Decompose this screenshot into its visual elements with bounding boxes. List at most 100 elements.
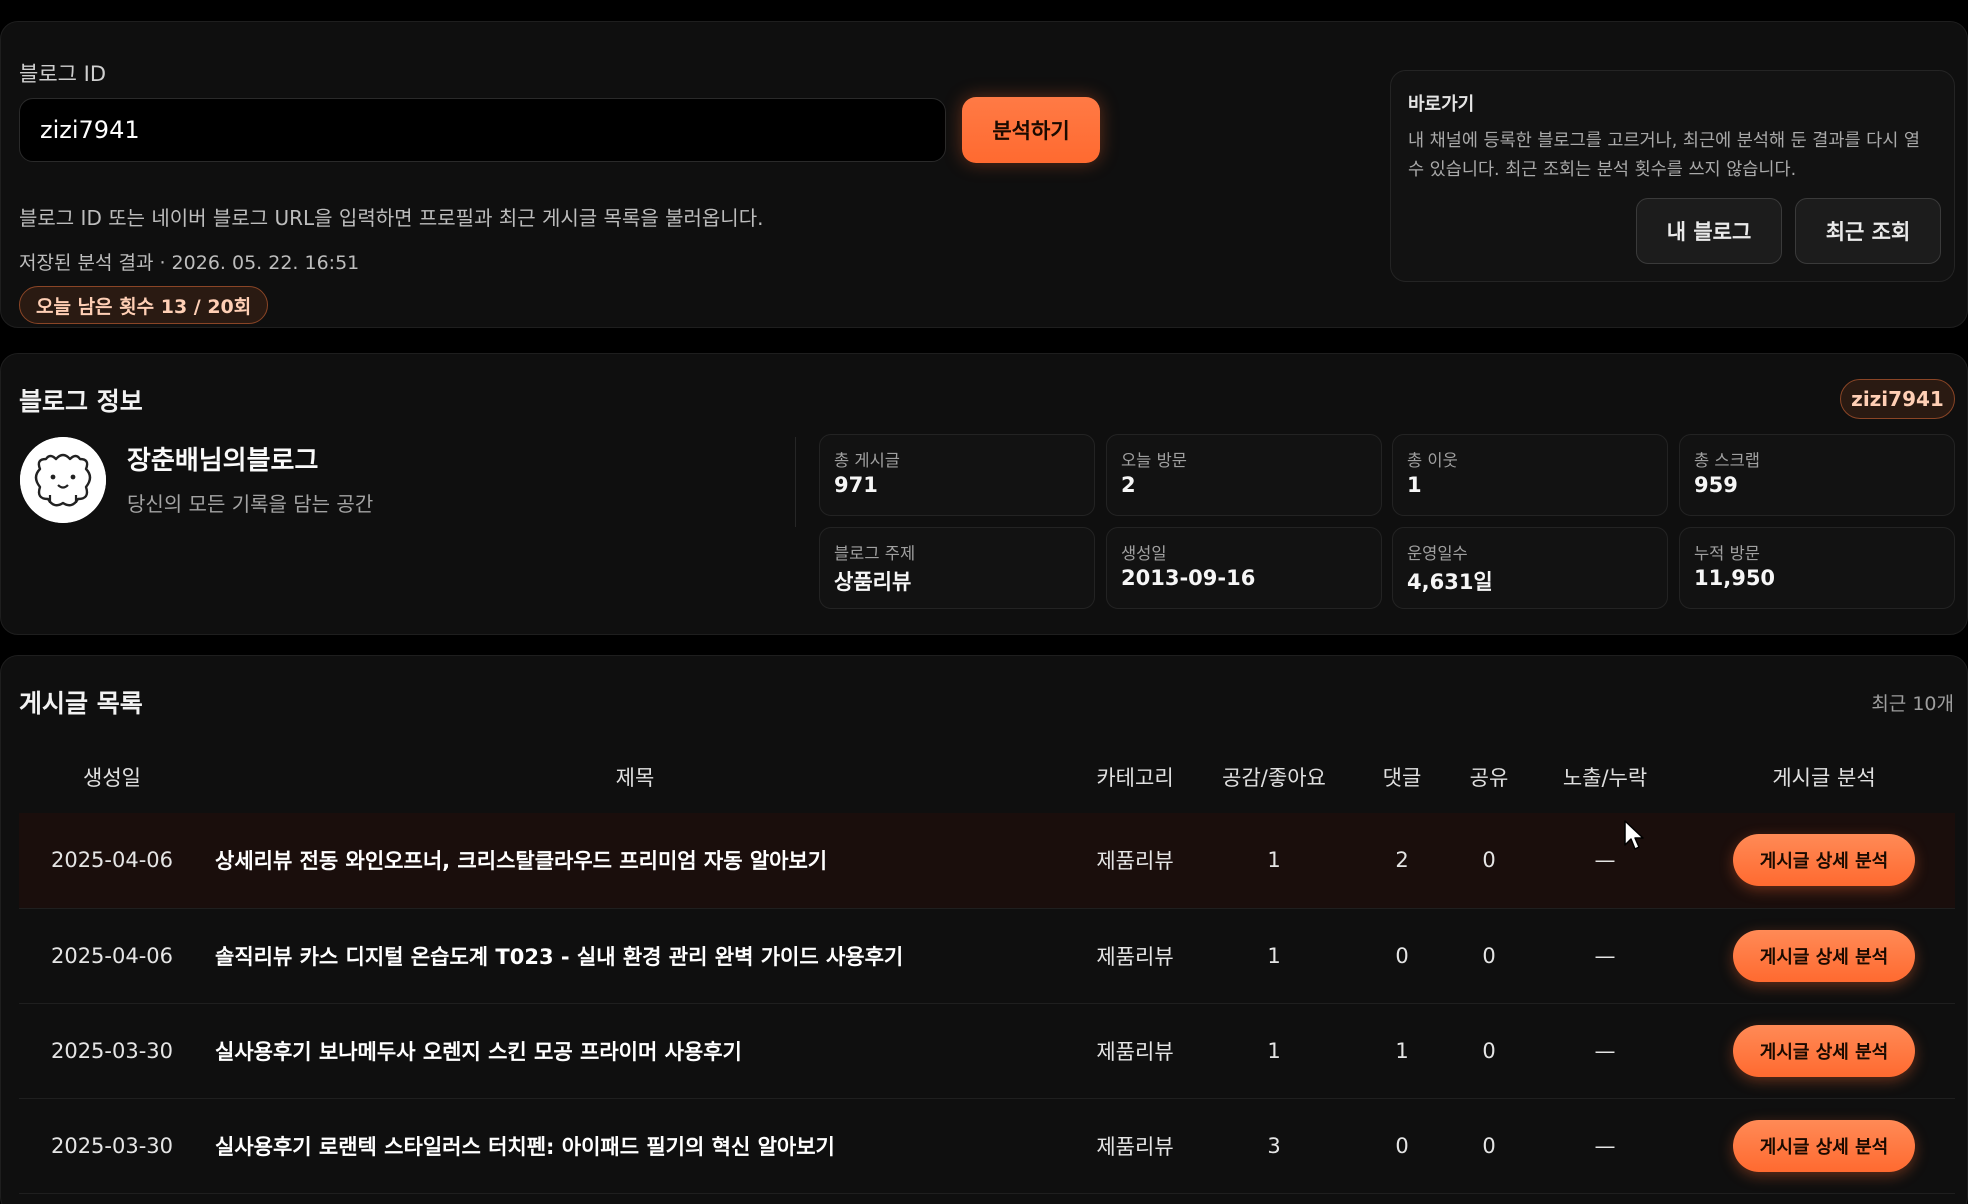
my-blog-button[interactable]: 내 블로그 [1636,198,1782,264]
post-exposure: — [1517,1098,1693,1194]
stat-label: 오늘 방문 [1121,451,1187,470]
header-analysis: 게시글 분석 [1772,765,1876,790]
stat-value: 1 [1407,473,1422,497]
post-likes: 1 [1205,1003,1343,1099]
post-comments: 1 [1343,1003,1461,1099]
post-title[interactable]: 상세리뷰 전동 와인오프너, 크리스탈클라우드 프리미엄 자동 알아보기 [205,813,1065,909]
quick-access-card: 바로가기 내 채널에 등록한 블로그를 고르거나, 최근에 분석해 둔 결과를 … [1390,70,1955,282]
stat-value: 971 [834,473,878,497]
post-title[interactable]: 실사용후기 보나메두사 오렌지 스킨 모공 프라이머 사용후기 [205,1003,1065,1099]
stat-total-scraps: 총 스크랩 959 [1679,434,1955,516]
post-shares: 0 [1461,1098,1517,1194]
stat-value: 2 [1121,473,1136,497]
blog-id-label: 블로그 ID [19,62,106,86]
stat-label: 누적 방문 [1694,544,1760,563]
stat-label: 블로그 주제 [834,544,916,563]
header-comments: 댓글 [1382,765,1422,790]
post-date: 2025-04-06 [19,908,205,1004]
stat-label: 생성일 [1121,544,1167,563]
posts-panel: 게시글 목록 최근 10개 생성일 제목 카테고리 공감/좋아요 댓글 공유 노… [0,655,1968,1204]
stat-value: 11,950 [1694,566,1776,590]
saved-result-text: 저장된 분석 결과 · 2026. 05. 22. 16:51 [19,252,360,274]
post-date: 2025-04-06 [19,813,205,909]
post-likes: 3 [1205,1098,1343,1194]
analyze-button[interactable]: 분석하기 [962,97,1100,163]
quick-access-desc: 내 채널에 등록한 블로그를 고르거나, 최근에 분석해 둔 결과를 다시 열 … [1408,131,1920,180]
input-hint: 블로그 ID 또는 네이버 블로그 URL을 입력하면 프로필과 최근 게시글 … [19,206,764,230]
table-row[interactable]: 2025-03-30 실사용후기 로랜텍 스타일러스 터치펜: 아이패드 필기의… [19,1098,1955,1194]
avatar [20,437,106,523]
table-row[interactable]: 2025-04-06 상세리뷰 전동 와인오프너, 크리스탈클라우드 프리미엄 … [19,813,1955,909]
quota-badge: 오늘 남은 횟수 13 / 20회 [19,286,269,324]
post-shares: 0 [1461,813,1517,909]
stat-label: 총 이웃 [1407,451,1458,470]
stat-created-date: 생성일 2013-09-16 [1106,527,1382,609]
header-category: 카테고리 [1096,765,1174,790]
post-category: 제품리뷰 [1065,908,1205,1004]
post-date: 2025-03-30 [19,1098,205,1194]
post-likes: 1 [1205,908,1343,1004]
stat-label: 총 스크랩 [1694,451,1760,470]
table-row[interactable]: 2025-03-30 실사용후기 보나메두사 오렌지 스킨 모공 프라이머 사용… [19,1003,1955,1099]
post-comments: 2 [1343,813,1461,909]
post-date: 2025-03-30 [19,1003,205,1099]
post-title[interactable]: 실사용후기 로랜텍 스타일러스 터치펜: 아이패드 필기의 혁신 알아보기 [205,1098,1065,1194]
blog-name: 장춘배님의블로그 [127,446,319,476]
post-detail-analysis-button[interactable]: 게시글 상세 분석 [1733,834,1915,887]
stat-value: 4,631일 [1407,570,1493,594]
stat-blog-topic: 블로그 주제 상품리뷰 [819,527,1095,609]
header-shares: 공유 [1469,765,1509,790]
post-exposure: — [1517,1003,1693,1099]
stat-cumulative-visits: 누적 방문 11,950 [1679,527,1955,609]
mouse-cursor-icon [1624,820,1644,850]
table-header-row: 생성일 제목 카테고리 공감/좋아요 댓글 공유 노출/누락 게시글 분석 [19,740,1955,813]
app-root: 블로그 ID 분석하기 블로그 ID 또는 네이버 블로그 URL을 입력하면 … [0,0,1968,1204]
stat-label: 운영일수 [1407,544,1468,563]
stat-grid: 총 게시글 971 오늘 방문 2 총 이웃 1 총 스크랩 959 블로그 주… [819,434,1955,610]
header-likes: 공감/좋아요 [1222,765,1326,790]
post-title[interactable]: 솔직리뷰 카스 디지털 온습도계 T023 - 실내 환경 관리 완벽 가이드 … [205,908,1065,1004]
stat-value: 상품리뷰 [834,570,912,594]
post-exposure: — [1517,908,1693,1004]
post-comments: 0 [1343,908,1461,1004]
table-row[interactable]: 2025-04-06 솔직리뷰 카스 디지털 온습도계 T023 - 실내 환경… [19,908,1955,1004]
stat-total-posts: 총 게시글 971 [819,434,1095,516]
posts-title: 게시글 목록 [19,689,143,718]
stat-operating-days: 운영일수 4,631일 [1392,527,1668,609]
post-detail-analysis-button[interactable]: 게시글 상세 분석 [1733,1024,1915,1077]
header-date: 생성일 [83,765,141,790]
blog-info-title: 블로그 정보 [19,387,143,416]
blog-id-input[interactable] [19,98,946,162]
header-title: 제목 [615,765,655,790]
post-category: 제품리뷰 [1065,1098,1205,1194]
post-shares: 0 [1461,1003,1517,1099]
stat-total-neighbors: 총 이웃 1 [1392,434,1668,516]
blog-description: 당신의 모든 기록을 담는 공간 [127,492,374,516]
post-category: 제품리뷰 [1065,813,1205,909]
header-exposure: 노출/누락 [1562,765,1648,790]
post-likes: 1 [1205,813,1343,909]
blog-id-badge: zizi7941 [1840,379,1955,419]
post-exposure: — [1517,813,1693,909]
post-detail-analysis-button[interactable]: 게시글 상세 분석 [1733,929,1915,982]
stat-value: 959 [1694,473,1738,497]
blog-info-panel: 블로그 정보 zizi7941 장춘배님의블로그 당신의 모든 기록을 담는 공… [0,353,1968,635]
search-panel: 블로그 ID 분석하기 블로그 ID 또는 네이버 블로그 URL을 입력하면 … [0,21,1968,328]
stat-value: 2013-09-16 [1121,566,1256,590]
stat-today-visits: 오늘 방문 2 [1106,434,1382,516]
recent-view-button[interactable]: 최근 조회 [1795,198,1941,264]
stat-label: 총 게시글 [834,451,900,470]
post-analysis-cell: 게시글 상세 분석 [1693,908,1955,1004]
post-analysis-cell: 게시글 상세 분석 [1693,813,1955,909]
info-divider [795,437,796,527]
posts-table: 생성일 제목 카테고리 공감/좋아요 댓글 공유 노출/누락 게시글 분석 20… [19,740,1955,1194]
recent-count: 최근 10개 [1871,693,1954,715]
post-shares: 0 [1461,908,1517,1004]
quick-access-title: 바로가기 [1408,94,1475,115]
post-detail-analysis-button[interactable]: 게시글 상세 분석 [1733,1119,1915,1172]
post-comments: 0 [1343,1098,1461,1194]
bear-avatar-icon [20,437,106,523]
post-analysis-cell: 게시글 상세 분석 [1693,1098,1955,1194]
post-category: 제품리뷰 [1065,1003,1205,1099]
post-analysis-cell: 게시글 상세 분석 [1693,1003,1955,1099]
